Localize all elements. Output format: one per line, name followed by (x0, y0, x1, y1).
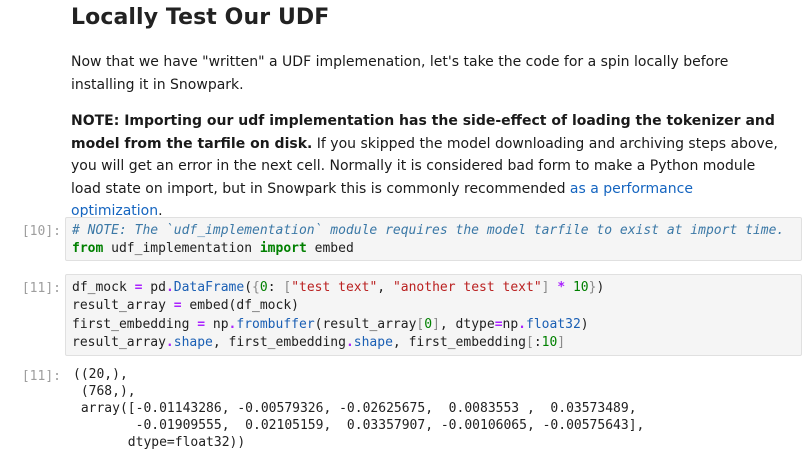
cell-output: ((20,), (768,), array([-0.01143286, -0.0… (73, 367, 645, 450)
cell-prompt-10: [10]: (21, 224, 61, 239)
section-title: Locally Test Our UDF (71, 5, 330, 30)
intro-paragraph: Now that we have "written" a UDF impleme… (71, 54, 729, 93)
code-editor[interactable]: # NOTE: The `udf_implementation` module … (72, 222, 795, 259)
code-comment: # NOTE: The `udf_implementation` module … (72, 223, 785, 238)
output-prompt-11: [11]: (21, 369, 61, 384)
code-cell-test[interactable]: df_mock = pd.DataFrame({0: ["test text",… (65, 274, 802, 356)
note-paragraph: NOTE: Importing our udf implementation h… (71, 110, 786, 223)
code-cell-import[interactable]: # NOTE: The `udf_implementation` module … (65, 217, 802, 261)
code-editor[interactable]: df_mock = pd.DataFrame({0: ["test text",… (72, 279, 795, 352)
cell-prompt-11: [11]: (21, 281, 61, 296)
